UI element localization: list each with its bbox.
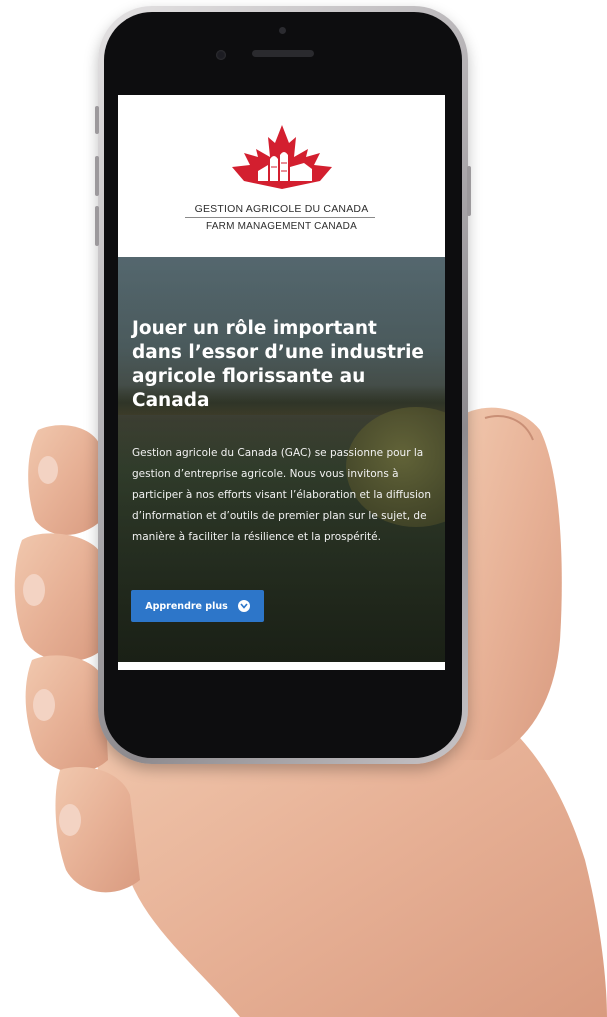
phone-volume-button [95,156,99,196]
proximity-sensor-icon [279,27,286,34]
hero-section: Jouer un rôle important dans l’essor d’u… [118,257,445,662]
chevron-down-circle-icon [237,600,250,612]
site-header: GESTION AGRICOLE DU CANADA FARM MANAGEME… [118,95,445,257]
hero-description: Gestion agricole du Canada (GAC) se pass… [132,447,431,543]
front-camera-icon [216,50,226,60]
screen-bottom-strip [118,662,445,670]
phone-volume-button [95,206,99,246]
hero-title: Jouer un rôle important dans l’essor d’u… [132,318,424,411]
phone-volume-button [95,106,99,134]
maple-leaf-farm-icon[interactable] [222,123,342,195]
org-name-french: GESTION AGRICOLE DU CANADA [194,203,369,215]
logo-divider [185,217,375,218]
phone-screen: GESTION AGRICOLE DU CANADA FARM MANAGEME… [118,95,445,670]
speaker-grille [252,50,314,57]
learn-more-label: Apprendre plus [145,600,228,612]
learn-more-button[interactable]: Apprendre plus [131,590,264,622]
org-name-english: FARM MANAGEMENT CANADA [206,221,357,232]
phone-power-button [467,166,471,216]
